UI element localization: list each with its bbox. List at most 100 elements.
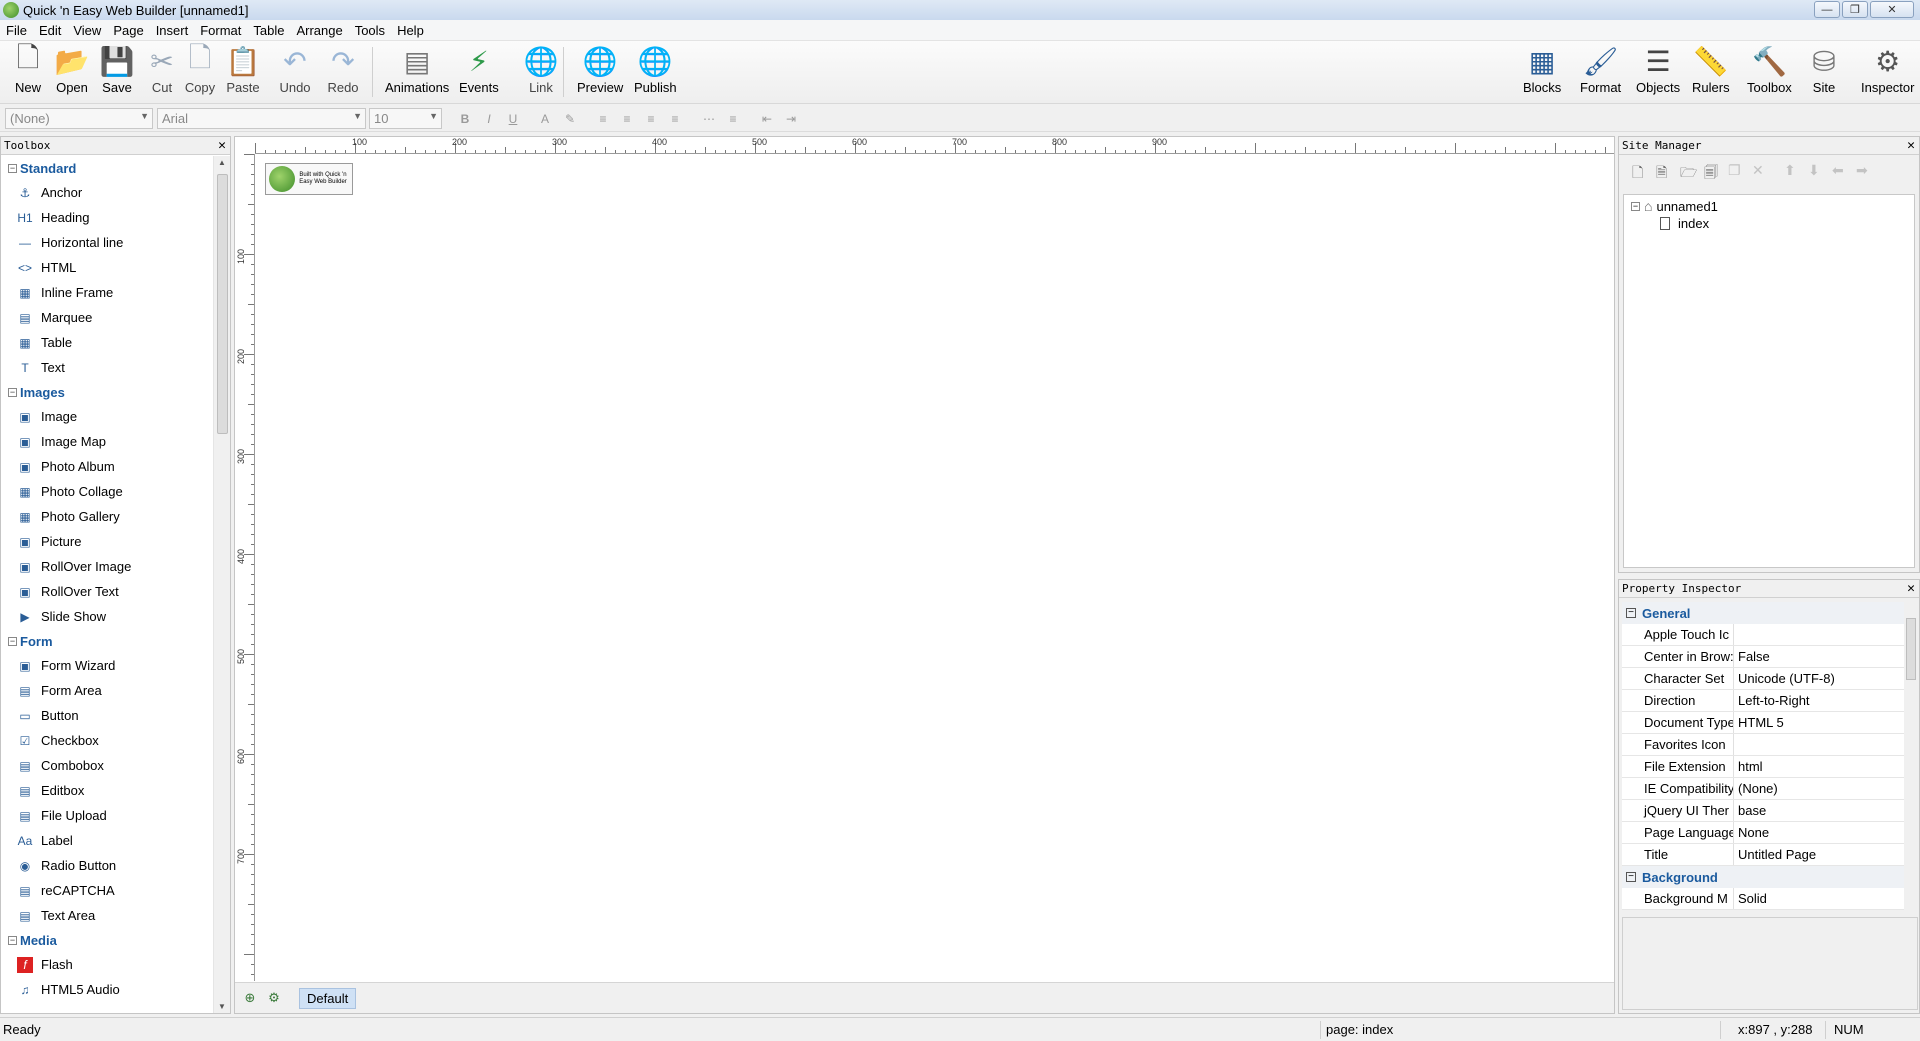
collapse-icon[interactable]: − [8, 163, 17, 173]
page-properties-icon[interactable]: 🗐 [1704, 162, 1718, 186]
toolbox-item-photo-album[interactable]: ▣ Photo Album [1, 454, 213, 479]
font-select[interactable]: Arial ▼ [157, 108, 366, 129]
menu-item-file[interactable]: File [0, 23, 33, 38]
property-value[interactable]: None [1734, 822, 1918, 843]
paste-button[interactable]: 📋 Paste [226, 44, 261, 102]
undo-button[interactable]: ↶ Undo [278, 44, 312, 102]
collapse-icon[interactable]: − [8, 935, 17, 945]
minimize-button[interactable]: — [1814, 1, 1840, 18]
restore-button[interactable]: ❐ [1842, 1, 1868, 18]
toolbox-button[interactable]: 🔨 Toolbox [1747, 44, 1792, 102]
property-row[interactable]: Direction Left-to-Right [1622, 690, 1918, 712]
property-row[interactable]: Favorites Icon [1622, 734, 1918, 756]
menu-item-help[interactable]: Help [391, 23, 430, 38]
bulleted-list-icon[interactable]: ⋯ [700, 110, 718, 128]
property-scrollbar[interactable] [1904, 602, 1918, 910]
font-color-icon[interactable]: A [536, 110, 554, 128]
property-row[interactable]: Apple Touch Ic [1622, 624, 1918, 646]
toolbox-item-rollover-text[interactable]: ▣ RollOver Text [1, 579, 213, 604]
property-value[interactable]: Left-to-Right [1734, 690, 1918, 711]
toolbox-item-picture[interactable]: ▣ Picture [1, 529, 213, 554]
copy-button[interactable]: 🗋 Copy [183, 42, 217, 102]
numbered-list-icon[interactable]: ≡ [724, 110, 742, 128]
indent-icon[interactable]: ⇥ [782, 110, 800, 128]
collapse-icon[interactable]: − [1626, 608, 1636, 618]
blocks-button[interactable]: ▦ Blocks [1523, 44, 1561, 102]
toolbox-item-recaptcha[interactable]: ▤ reCAPTCHA [1, 878, 213, 903]
toolbox-item-form-wizard[interactable]: ▣ Form Wizard [1, 653, 213, 678]
underline-icon[interactable]: U [504, 110, 522, 128]
toolbox-scrollbar[interactable]: ▲ ▼ [213, 156, 230, 1013]
view-settings-icon[interactable]: ⚙ [265, 990, 283, 1006]
font-size-select[interactable]: 10 ▼ [369, 108, 442, 129]
toolbox-item-text[interactable]: T Text [1, 355, 213, 380]
close-icon[interactable]: ✕ [218, 138, 226, 153]
toolbox-item-editbox[interactable]: ▤ Editbox [1, 778, 213, 803]
toolbox-item-slide-show[interactable]: ▶ Slide Show [1, 604, 213, 629]
link-button[interactable]: 🌐 Link [524, 44, 559, 102]
tree-root[interactable]: − ⌂ unnamed1 [1631, 198, 1718, 214]
menu-item-format[interactable]: Format [194, 23, 247, 38]
property-row[interactable]: File Extension html [1622, 756, 1918, 778]
property-value[interactable]: Untitled Page [1734, 844, 1918, 865]
toolbox-category-images[interactable]: − Images [1, 380, 213, 404]
save-button[interactable]: 💾 Save [100, 44, 135, 102]
property-value[interactable]: Solid [1734, 888, 1918, 909]
menu-item-page[interactable]: Page [107, 23, 149, 38]
toolbox-item-image-map[interactable]: ▣ Image Map [1, 429, 213, 454]
collapse-icon[interactable]: − [8, 387, 17, 397]
toolbox-item-form-area[interactable]: ▤ Form Area [1, 678, 213, 703]
property-value[interactable]: html [1734, 756, 1918, 777]
inspector-button[interactable]: ⚙ Inspector [1861, 44, 1914, 102]
add-view-icon[interactable]: ⊕ [241, 990, 259, 1006]
redo-button[interactable]: ↷ Redo [326, 44, 360, 102]
animations-button[interactable]: ▤ Animations [385, 44, 449, 102]
toolbox-item-inline-frame[interactable]: ▦ Inline Frame [1, 280, 213, 305]
close-icon[interactable]: ✕ [1907, 581, 1915, 596]
align-center-icon[interactable]: ≡ [618, 110, 636, 128]
events-button[interactable]: ⚡ Events [459, 44, 499, 102]
property-value[interactable]: False [1734, 646, 1918, 667]
align-justify-icon[interactable]: ≡ [666, 110, 684, 128]
scrollbar-thumb[interactable] [217, 174, 228, 434]
preview-button[interactable]: 🌐 Preview [577, 44, 623, 102]
property-value[interactable]: HTML 5 [1734, 712, 1918, 733]
toolbox-item-file-upload[interactable]: ▤ File Upload [1, 803, 213, 828]
toolbox-item-anchor[interactable]: ⚓ Anchor [1, 180, 213, 205]
tree-page-index[interactable]: index [1660, 216, 1709, 231]
toolbox-item-html[interactable]: <> HTML [1, 255, 213, 280]
property-value[interactable]: base [1734, 800, 1918, 821]
toolbox-item-html5-audio[interactable]: ♫ HTML5 Audio [1, 977, 213, 1002]
align-left-icon[interactable]: ≡ [594, 110, 612, 128]
rulers-button[interactable]: 📏 Rulers [1692, 44, 1730, 102]
format-button[interactable]: 🖌 Format [1580, 44, 1621, 102]
new-folder-icon[interactable]: 🗁 [1680, 162, 1697, 186]
new-button[interactable]: 🗋 New [11, 42, 45, 102]
toolbox-item-button[interactable]: ▭ Button [1, 703, 213, 728]
design-canvas[interactable]: 100 200 300 400 500 600 700 800 900 100 200 300 400… [234, 136, 1615, 1014]
cut-button[interactable]: ✂ Cut [145, 44, 179, 102]
menu-item-view[interactable]: View [67, 23, 107, 38]
tab-default[interactable]: Default [299, 988, 357, 1009]
toolbox-category-media[interactable]: − Media [1, 928, 213, 952]
menu-item-table[interactable]: Table [247, 23, 290, 38]
property-row[interactable]: Title Untitled Page [1622, 844, 1918, 866]
property-row[interactable]: Character Set Unicode (UTF-8) [1622, 668, 1918, 690]
highlight-icon[interactable]: ✎ [561, 110, 579, 128]
property-value[interactable]: (None) [1734, 778, 1918, 799]
toolbox-item-rollover-image[interactable]: ▣ RollOver Image [1, 554, 213, 579]
open-button[interactable]: 📂 Open [55, 44, 90, 102]
property-value[interactable] [1734, 624, 1918, 645]
style-select[interactable]: (None) ▼ [5, 108, 153, 129]
property-row[interactable]: jQuery UI Ther base [1622, 800, 1918, 822]
toolbox-item-photo-gallery[interactable]: ▦ Photo Gallery [1, 504, 213, 529]
collapse-icon[interactable]: − [1631, 201, 1640, 211]
toolbox-category-form[interactable]: − Form [1, 629, 213, 653]
property-section-general[interactable]: − General [1622, 602, 1918, 624]
menu-item-insert[interactable]: Insert [150, 23, 195, 38]
property-row[interactable]: Document Type HTML 5 [1622, 712, 1918, 734]
toolbox-item-heading[interactable]: H1 Heading [1, 205, 213, 230]
toolbox-item-image[interactable]: ▣ Image [1, 404, 213, 429]
property-row[interactable]: Background M Solid [1622, 888, 1918, 910]
publish-button[interactable]: 🌐 Publish [634, 44, 677, 102]
